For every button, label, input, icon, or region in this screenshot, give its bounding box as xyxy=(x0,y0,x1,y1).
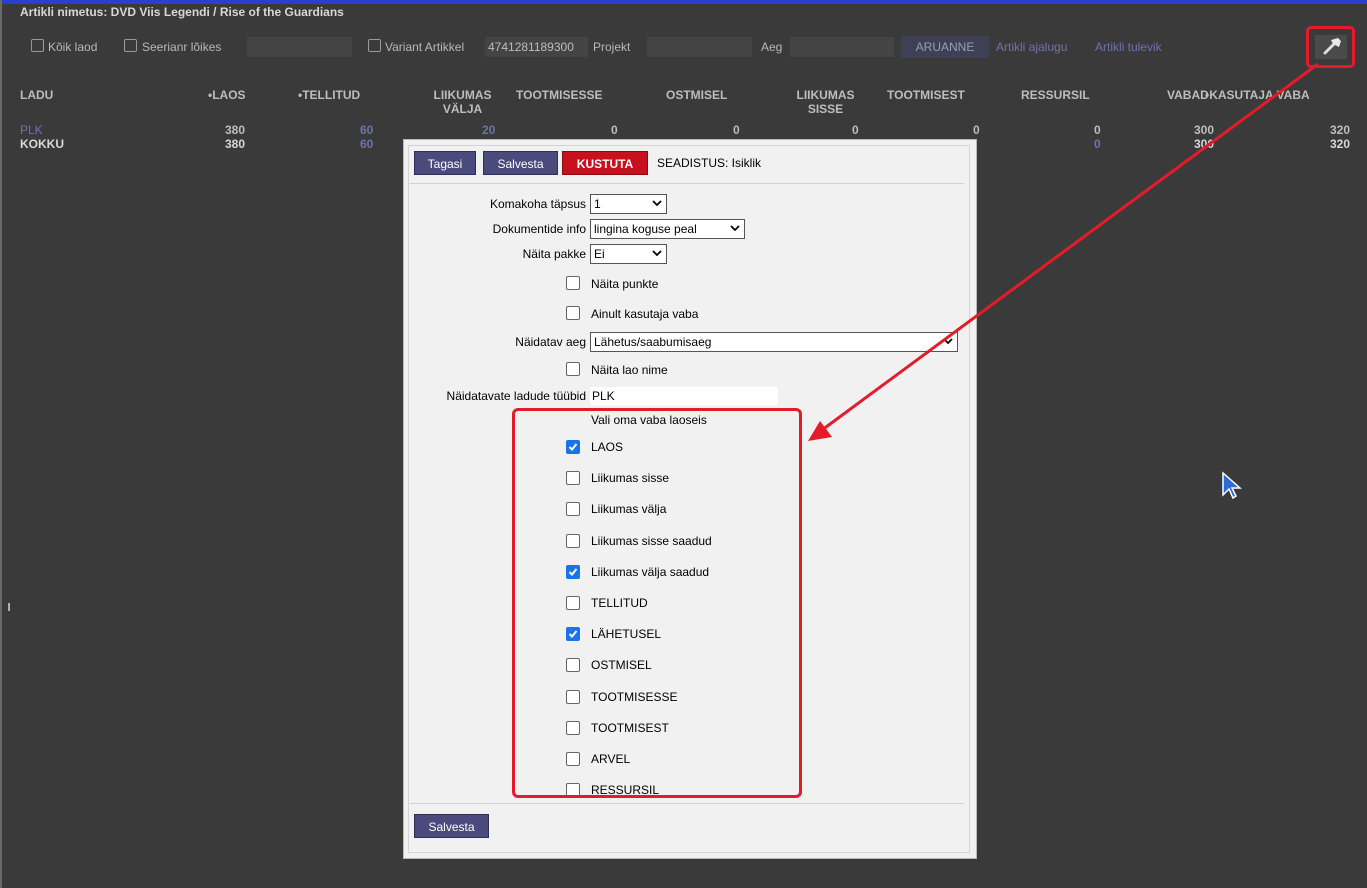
dokumentide-select[interactable]: lingina koguse peal xyxy=(590,219,745,239)
seadistus-label: SEADISTUS: Isiklik xyxy=(657,156,762,170)
naidatav-aeg-value: Lähetus/saabumisaeg xyxy=(594,335,712,349)
row2-ressursil[interactable]: 0 xyxy=(1094,137,1101,151)
th-tootmisest: TOOTMISEST xyxy=(887,88,965,102)
th-ostmisel: OSTMISEL xyxy=(666,88,728,102)
tagasi-button[interactable]: Tagasi xyxy=(414,151,476,175)
mouse-pointer-icon xyxy=(1221,471,1243,504)
th-tellitud: •TELLITUD xyxy=(298,88,361,102)
th-liikumas-sisse-1: LIIKUMAS xyxy=(796,88,855,102)
th-liikumas-sisse-2: SISSE xyxy=(807,102,844,116)
row1-laos: 380 xyxy=(225,123,246,137)
row1-ressursil: 0 xyxy=(1094,123,1101,137)
ladude-tuubid-label: Näidatavate ladude tüübid xyxy=(446,389,586,403)
aruanne-button[interactable]: ARUANNE xyxy=(901,36,989,58)
th-ressursil: RESSURSIL xyxy=(1021,88,1090,102)
artikli-ajalugu-link[interactable]: Artikli ajalugu xyxy=(996,40,1067,54)
row1-tootmisesse: 0 xyxy=(611,123,618,137)
naidatav-aeg-label: Näidatav aeg xyxy=(515,335,586,349)
top-blue-strip xyxy=(0,0,1367,4)
th-liikumas-valja-2: VÄLJA xyxy=(442,102,483,116)
seerianr-input[interactable] xyxy=(247,37,352,57)
row1-ladu-link[interactable]: PLK xyxy=(20,123,43,137)
dokumentide-value: lingina koguse peal xyxy=(594,222,697,236)
naita-pakke-select[interactable]: Ei xyxy=(590,244,667,264)
row1-liikumas-valja[interactable]: 20 xyxy=(482,123,495,137)
seerianr-label: Seerianr lõikes xyxy=(142,40,222,54)
th-ladu: LADU xyxy=(20,88,54,102)
projekt-input[interactable] xyxy=(647,37,752,57)
chevron-down-icon xyxy=(652,200,662,206)
th-liikumas-valja: LIIKUMAS VÄLJA xyxy=(425,88,500,116)
row2-ladu: KOKKU xyxy=(20,137,64,151)
variant-label: Variant Artikkel xyxy=(385,40,465,54)
row1-vabad: 300 xyxy=(1194,123,1215,137)
row2-vabad: 300 xyxy=(1194,137,1215,151)
row1-ostmisel: 0 xyxy=(733,123,740,137)
th-vabad: VABAD xyxy=(1167,88,1209,102)
row2-kasutaja-vaba: 320 xyxy=(1330,137,1351,151)
naita-lao-nime-checkbox[interactable] xyxy=(566,362,580,376)
chevron-down-icon xyxy=(730,225,740,231)
row1-tootmisest: 0 xyxy=(973,123,980,137)
koik-laod-checkbox[interactable] xyxy=(31,39,44,52)
left-tick xyxy=(8,603,10,611)
koik-laod-label: Kõik laod xyxy=(48,40,98,54)
row1-tellitud[interactable]: 60 xyxy=(360,123,373,137)
seerianr-checkbox[interactable] xyxy=(124,39,137,52)
highlight-box-options xyxy=(512,408,802,798)
naita-pakke-label: Näita pakke xyxy=(522,247,586,261)
variant-checkbox[interactable] xyxy=(368,39,381,52)
artikkel-input[interactable]: 4741281189300 xyxy=(485,37,588,57)
naita-punkte-label: Näita punkte xyxy=(591,277,659,291)
article-name: Artikli nimetus: DVD Viis Legendi / Rise… xyxy=(20,5,344,19)
kustuta-button[interactable]: KUSTUTA xyxy=(562,151,648,175)
ainult-kasutaja-vaba-checkbox[interactable] xyxy=(566,306,580,320)
chevron-down-icon xyxy=(652,250,662,256)
dialog-separator-top xyxy=(410,183,964,184)
salvesta-button[interactable]: Salvesta xyxy=(483,151,558,175)
ainult-kasutaja-vaba-label: Ainult kasutaja vaba xyxy=(591,307,699,321)
left-border xyxy=(0,0,2,888)
th-tootmisesse: TOOTMISESSE xyxy=(516,88,603,102)
dialog-separator-bottom xyxy=(410,803,964,804)
naita-lao-nime-label: Näita lao nime xyxy=(591,363,668,377)
komakoha-label: Komakoha täpsus xyxy=(489,197,586,211)
th-liikumas-sisse: LIIKUMAS SISSE xyxy=(788,88,863,116)
aeg-input[interactable] xyxy=(790,37,894,57)
highlight-box-hammer xyxy=(1306,26,1355,68)
th-kasutaja-vaba: •KASUTAJA VABA xyxy=(1205,88,1310,102)
th-laos: •LAOS xyxy=(208,88,246,102)
row1-liikumas-sisse: 0 xyxy=(852,123,859,137)
aeg-label: Aeg xyxy=(761,40,783,54)
row2-laos: 380 xyxy=(225,137,246,151)
salvesta-bottom-button[interactable]: Salvesta xyxy=(414,814,489,838)
naidatav-aeg-select[interactable]: Lähetus/saabumisaeg xyxy=(590,332,958,352)
naita-pakke-value: Ei xyxy=(594,247,605,261)
th-liikumas-valja-1: LIIKUMAS xyxy=(433,88,492,102)
row2-tellitud[interactable]: 60 xyxy=(360,137,373,151)
komakoha-value: 1 xyxy=(594,197,601,211)
projekt-label: Projekt xyxy=(593,40,631,54)
ladude-tuubid-input[interactable]: PLK xyxy=(590,387,778,405)
dokumentide-label: Dokumentide info xyxy=(492,222,586,236)
row1-kasutaja-vaba: 320 xyxy=(1330,123,1351,137)
chevron-down-icon xyxy=(943,338,953,344)
naita-punkte-checkbox[interactable] xyxy=(566,276,580,290)
komakoha-select[interactable]: 1 xyxy=(590,194,667,214)
artikli-tulevik-link[interactable]: Artikli tulevik xyxy=(1095,40,1162,54)
